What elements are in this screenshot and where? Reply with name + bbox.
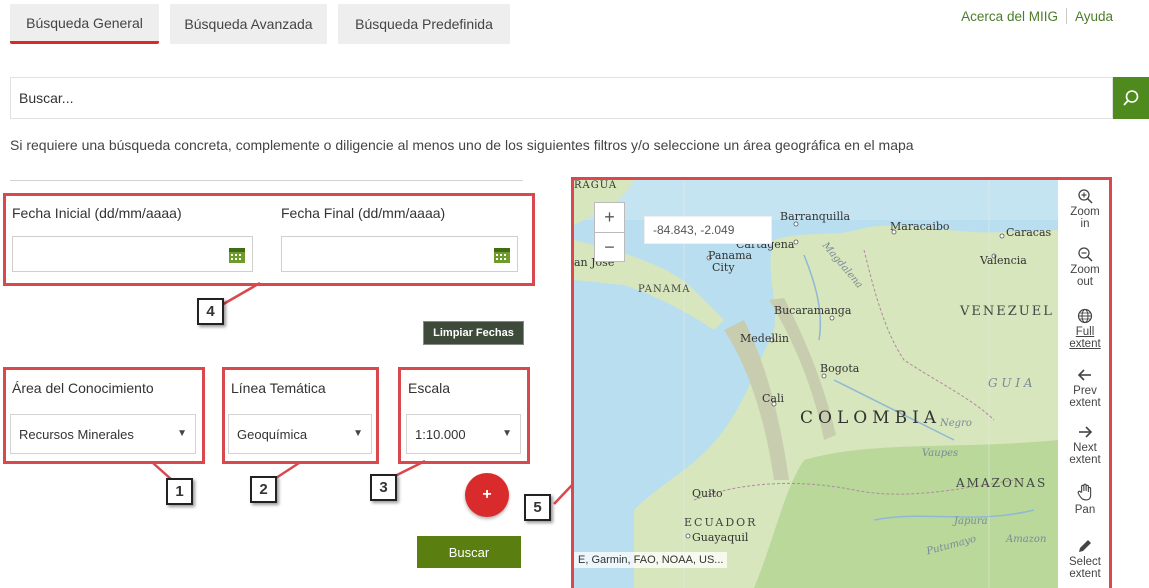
linea-select-value: Geoquímica (237, 426, 308, 442)
buscar-button[interactable]: Buscar (417, 536, 521, 568)
search-input[interactable]: Buscar... (10, 77, 1113, 119)
clear-dates-button[interactable]: Limpiar Fechas (423, 321, 524, 345)
dropdown-arrow-icon: ▼ (502, 428, 512, 439)
callout-4: 4 (197, 298, 224, 325)
about-link[interactable]: Acerca del MIIG (961, 9, 1058, 24)
tab-busqueda-avanzada[interactable]: Búsqueda Avanzada (170, 4, 327, 44)
linea-select[interactable]: Geoquímica ▼ (228, 414, 372, 454)
escala-select-value: 1:10.000 (415, 426, 466, 442)
search-button[interactable] (1113, 77, 1149, 119)
link-separator (1065, 8, 1067, 24)
help-link[interactable]: Ayuda (1075, 9, 1113, 24)
add-filter-button[interactable]: + (465, 473, 509, 517)
callout-1: 1 (166, 478, 193, 505)
callout-5: 5 (524, 494, 551, 521)
end-date-label: Fecha Final (dd/mm/aaaa) (281, 205, 446, 221)
end-date-field[interactable] (281, 236, 518, 272)
start-date-field[interactable] (12, 236, 253, 272)
start-date-label: Fecha Inicial (dd/mm/aaaa) (12, 205, 182, 221)
search-placeholder: Buscar... (19, 90, 74, 106)
tab-busqueda-predefinida[interactable]: Búsqueda Predefinida (338, 4, 510, 44)
filter-hint: Si requiere una búsqueda concreta, compl… (10, 137, 914, 153)
calendar-icon[interactable] (228, 246, 246, 264)
dropdown-arrow-icon: ▼ (177, 428, 187, 439)
calendar-icon[interactable] (493, 246, 511, 264)
linea-label: Línea Temática (231, 380, 326, 396)
tab-busqueda-general[interactable]: Búsqueda General (10, 4, 159, 44)
area-label: Área del Conocimiento (12, 380, 154, 396)
top-links: Acerca del MIIG Ayuda (961, 8, 1113, 24)
divider (10, 180, 523, 181)
area-select-value: Recursos Minerales (19, 426, 134, 442)
dropdown-arrow-icon: ▼ (353, 428, 363, 439)
escala-select[interactable]: 1:10.000 ▼ (406, 414, 521, 454)
callout-2: 2 (250, 476, 277, 503)
search-icon (1123, 90, 1139, 106)
highlight-box-map (571, 177, 1112, 588)
area-select[interactable]: Recursos Minerales ▼ (10, 414, 196, 454)
callout-3: 3 (370, 474, 397, 501)
escala-label: Escala (408, 380, 451, 396)
